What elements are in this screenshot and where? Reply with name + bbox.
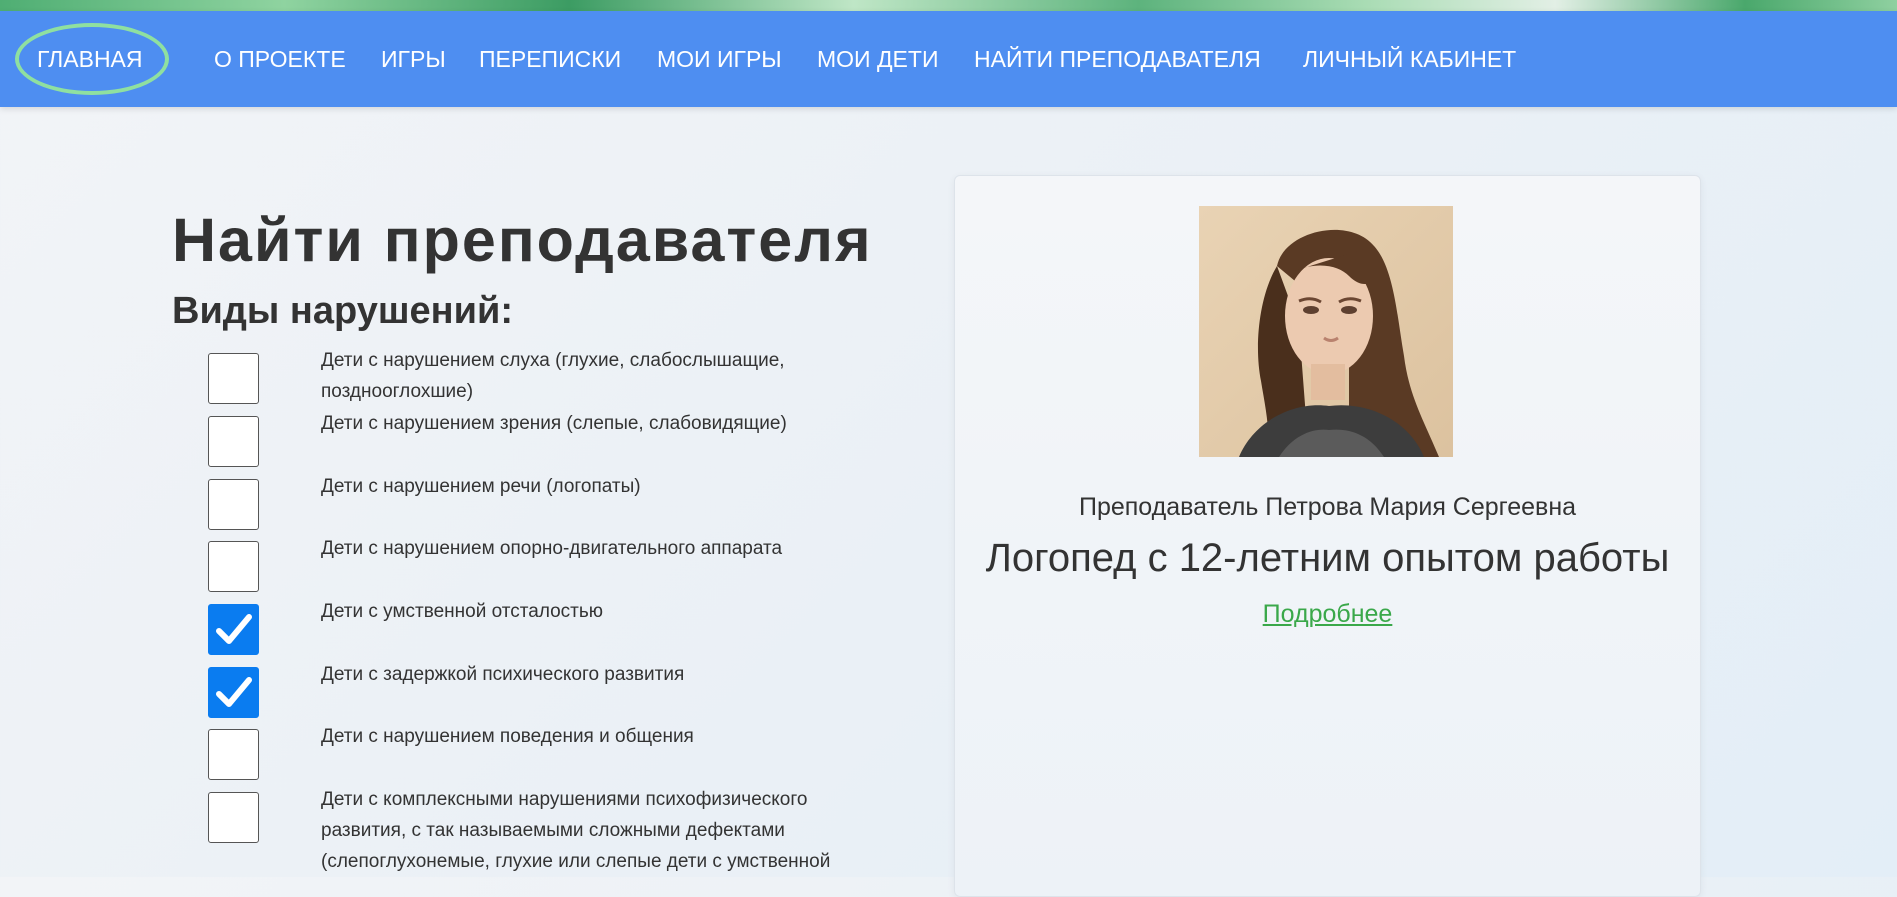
filter-label: Дети с комплексными нарушениями психофиз… (321, 789, 831, 872)
nav-item-my-children[interactable]: МОИ ДЕТИ (817, 45, 938, 73)
nav-item-home[interactable]: ГЛАВНАЯ (37, 45, 143, 73)
teacher-portrait-image (1199, 206, 1453, 457)
filter-checkbox-intellectual[interactable] (208, 604, 259, 655)
teacher-card: Преподаватель Петрова Мария Сергеевна Ло… (954, 175, 1701, 897)
nav-item-messages[interactable]: ПЕРЕПИСКИ (479, 45, 621, 73)
filter-checkbox-complex[interactable] (208, 792, 259, 843)
filter-label: Дети с задержкой психического развития (321, 664, 685, 685)
filter-checkbox-vision[interactable] (208, 416, 259, 467)
teacher-details-link[interactable]: Подробнее (955, 599, 1700, 629)
checkmark-icon (216, 677, 252, 707)
page-title: Найти преподавателя (172, 206, 873, 274)
teacher-photo (1199, 206, 1453, 457)
nav-item-account[interactable]: ЛИЧНЫЙ КАБИНЕТ (1303, 45, 1516, 73)
filter-checkbox-developmental-delay[interactable] (208, 667, 259, 718)
header-decorative-strip (0, 0, 1897, 11)
teacher-name: Преподаватель Петрова Мария Сергеевна (1078, 493, 1577, 521)
filter-label: Дети с умственной отсталостью (321, 601, 604, 622)
filters-heading: Виды нарушений: (172, 290, 513, 332)
filter-checkbox-hearing[interactable] (208, 353, 259, 404)
filter-checkbox-musculoskeletal[interactable] (208, 541, 259, 592)
filter-label: Дети с нарушением поведения и общения (321, 726, 694, 747)
nav-item-about[interactable]: О ПРОЕКТЕ (214, 45, 346, 73)
filter-checkbox-speech[interactable] (208, 479, 259, 530)
filter-label: Дети с нарушением слуха (глухие, слабосл… (321, 350, 785, 402)
checkmark-icon (216, 614, 252, 644)
filter-label: Дети с нарушением опорно-двигательного а… (321, 538, 783, 559)
filter-checkbox-behavior[interactable] (208, 729, 259, 780)
filter-label: Дети с нарушением зрения (слепые, слабов… (321, 413, 787, 434)
nav-item-games[interactable]: ИГРЫ (381, 45, 446, 73)
main-navbar: ГЛАВНАЯ О ПРОЕКТЕ ИГРЫ ПЕРЕПИСКИ МОИ ИГР… (0, 11, 1897, 107)
teacher-description: Логопед с 12-летним опытом работы (985, 536, 1670, 580)
nav-item-my-games[interactable]: МОИ ИГРЫ (657, 45, 782, 73)
nav-item-find-teacher[interactable]: НАЙТИ ПРЕПОДАВАТЕЛЯ (974, 45, 1261, 73)
filter-label: Дети с нарушением речи (логопаты) (321, 476, 641, 497)
